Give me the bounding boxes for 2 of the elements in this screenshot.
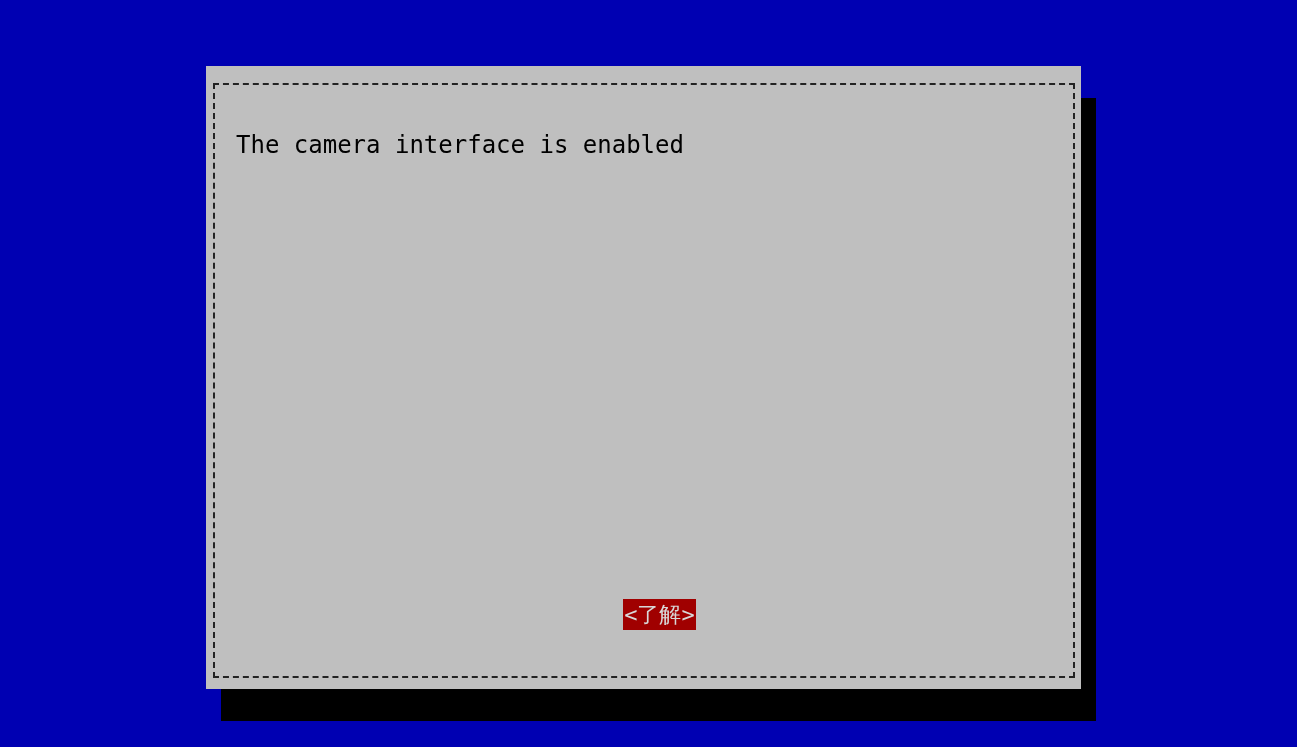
ok-button[interactable]: <了解> [623,599,696,630]
dialog-message: The camera interface is enabled [236,130,685,161]
